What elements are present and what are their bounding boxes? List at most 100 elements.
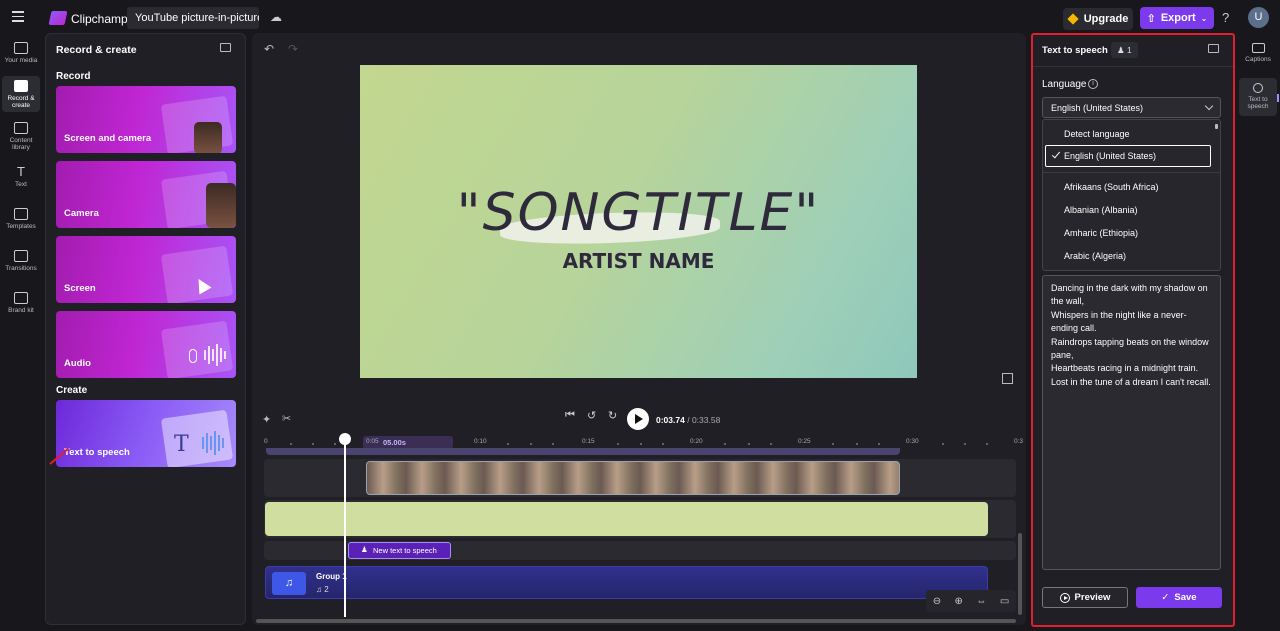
redo-icon[interactable]: ↷ bbox=[288, 42, 298, 56]
nav-transitions[interactable]: Transitions bbox=[2, 246, 40, 282]
zoom-in-icon[interactable]: ⊕ bbox=[955, 596, 963, 607]
panel-title: Record & create bbox=[56, 44, 137, 56]
undo-icon[interactable]: ↶ bbox=[264, 42, 274, 56]
background-clip[interactable] bbox=[265, 502, 988, 536]
nav-templates[interactable]: Templates bbox=[2, 204, 40, 240]
microphone-icon bbox=[189, 349, 197, 363]
ruler-dot bbox=[617, 443, 619, 445]
selection-duration: 05.00s bbox=[383, 438, 406, 447]
card-camera[interactable]: Camera bbox=[56, 161, 236, 228]
ruler-tick: 0:05 bbox=[366, 438, 379, 445]
cloud-off-icon[interactable]: ☁ bbox=[270, 10, 284, 24]
right-nav-rail: Captions Text to speech bbox=[1237, 36, 1280, 631]
nav-label: Text bbox=[15, 181, 27, 188]
card-screen-and-camera[interactable]: Screen and camera bbox=[56, 86, 236, 153]
zoom-out-icon[interactable]: ⊖ bbox=[933, 596, 941, 607]
brand-name: Clipchamp bbox=[71, 12, 128, 26]
upgrade-button[interactable]: Upgrade bbox=[1063, 8, 1133, 30]
library-icon bbox=[14, 122, 28, 134]
card-audio[interactable]: Audio bbox=[56, 311, 236, 378]
nav-captions[interactable]: Captions bbox=[1239, 38, 1277, 72]
person-thumbnail bbox=[206, 183, 236, 228]
collapse-panel-icon[interactable] bbox=[1208, 44, 1219, 53]
top-bar: Clipchamp YouTube picture-in-picture r ☁… bbox=[0, 0, 1280, 36]
script-textarea[interactable]: Dancing in the dark with my shadow on th… bbox=[1042, 275, 1221, 570]
nav-content-library[interactable]: Content library bbox=[2, 118, 40, 154]
music-note-icon: ♫ bbox=[272, 572, 306, 595]
language-select[interactable]: English (United States) bbox=[1042, 97, 1221, 118]
fit-timeline-icon[interactable]: ⇔ bbox=[976, 596, 986, 607]
total-time: / 0:33.58 bbox=[687, 415, 721, 425]
scissors-icon[interactable]: ✂ bbox=[282, 412, 291, 425]
option-language[interactable]: Albanian (Albania) bbox=[1064, 205, 1138, 215]
save-button[interactable]: ✓ Save bbox=[1136, 587, 1222, 608]
horizontal-scrollbar[interactable] bbox=[256, 619, 1016, 623]
play-button[interactable] bbox=[627, 408, 649, 430]
group-name: Group 1 bbox=[316, 572, 347, 581]
option-language[interactable]: Afrikaans (South Africa) bbox=[1064, 182, 1159, 192]
vertical-scrollbar[interactable] bbox=[1018, 533, 1022, 615]
upgrade-label: Upgrade bbox=[1083, 13, 1129, 25]
nav-your-media[interactable]: Your media bbox=[2, 38, 40, 74]
upload-icon: ⇧ bbox=[1146, 12, 1156, 25]
video-preview[interactable]: "SONGTITLE" ARTIST NAME bbox=[360, 65, 917, 378]
dropdown-scrollbar[interactable] bbox=[1215, 124, 1218, 129]
voice-count-badge: ♟ 1 bbox=[1111, 42, 1138, 58]
chevron-down-icon bbox=[1204, 101, 1214, 111]
option-language[interactable]: Arabic (Algeria) bbox=[1064, 251, 1126, 261]
export-label: Export bbox=[1160, 12, 1196, 24]
collapse-panel-icon[interactable] bbox=[220, 43, 231, 52]
record-create-panel: Record & create Record Screen and camera… bbox=[45, 33, 246, 625]
nav-text[interactable]: T Text bbox=[2, 162, 40, 198]
ruler-dot bbox=[878, 443, 880, 445]
ruler-tick: 0 bbox=[264, 438, 268, 445]
magic-wand-icon[interactable]: ✦ bbox=[262, 413, 271, 426]
export-button[interactable]: ⇧ Export ⌄ bbox=[1140, 7, 1214, 29]
nav-label: Text to speech bbox=[1247, 96, 1269, 110]
fullscreen-icon[interactable] bbox=[1002, 373, 1013, 384]
left-nav-rail: Your media Record & create Content libra… bbox=[0, 36, 42, 631]
project-title-input[interactable]: YouTube picture-in-picture r bbox=[127, 7, 259, 29]
ruler-dot bbox=[724, 443, 726, 445]
card-text-to-speech[interactable]: T Text to speech bbox=[56, 400, 236, 467]
card-screen[interactable]: Screen bbox=[56, 236, 236, 303]
avatar[interactable]: U bbox=[1248, 7, 1269, 28]
captions-icon bbox=[1251, 43, 1265, 53]
option-detect-language[interactable]: Detect language bbox=[1064, 129, 1130, 139]
menu-icon[interactable] bbox=[12, 11, 24, 23]
camera-icon bbox=[14, 80, 28, 92]
ruler-tick: 0:3 bbox=[1014, 438, 1024, 445]
track-clip-top[interactable] bbox=[266, 448, 900, 455]
templates-icon bbox=[14, 208, 28, 220]
help-icon[interactable]: ? bbox=[1222, 10, 1229, 25]
playhead[interactable] bbox=[339, 433, 351, 617]
clipchamp-logo-icon bbox=[48, 11, 68, 25]
skip-back-icon[interactable]: ⏮ bbox=[565, 409, 575, 422]
brand-kit-icon bbox=[14, 292, 28, 304]
ruler-dot bbox=[312, 443, 314, 445]
ruler-dot bbox=[530, 443, 532, 445]
tts-clip-icon: ♟ bbox=[361, 545, 368, 554]
nav-record-create[interactable]: Record & create bbox=[2, 76, 40, 112]
video-clip[interactable] bbox=[366, 461, 900, 495]
option-selected[interactable]: English (United States) bbox=[1045, 145, 1211, 167]
ruler-dot bbox=[552, 443, 554, 445]
folder-icon bbox=[14, 42, 28, 54]
forward-5-icon[interactable]: ↻ bbox=[608, 409, 617, 422]
nav-label: Transitions bbox=[5, 265, 37, 272]
expand-timeline-icon[interactable]: ▭ bbox=[1000, 596, 1009, 607]
voice-count: 1 bbox=[1126, 45, 1132, 55]
info-icon[interactable]: i bbox=[1088, 79, 1098, 89]
transitions-icon bbox=[14, 250, 28, 262]
play-circle-icon bbox=[1059, 592, 1070, 603]
nav-brand-kit[interactable]: Brand kit bbox=[2, 288, 40, 324]
audio-wave-icon bbox=[204, 343, 226, 367]
group-clip[interactable]: ♫ Group 1 ♫ 2 bbox=[265, 566, 988, 599]
ruler-dot bbox=[770, 443, 772, 445]
tts-clip[interactable]: ♟ New text to speech bbox=[348, 542, 451, 559]
group-count-value: 2 bbox=[324, 585, 329, 594]
rewind-5-icon[interactable]: ↺ bbox=[587, 409, 596, 422]
option-language[interactable]: Amharic (Ethiopia) bbox=[1064, 228, 1138, 238]
nav-text-to-speech[interactable]: Text to speech bbox=[1239, 78, 1277, 116]
preview-button[interactable]: Preview bbox=[1042, 587, 1128, 608]
